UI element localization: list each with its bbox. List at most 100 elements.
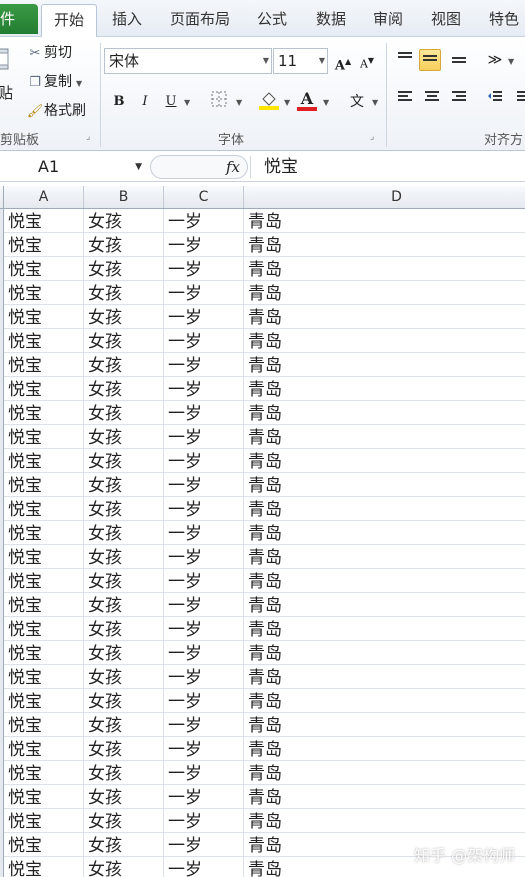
cell-age[interactable]: 一岁 <box>164 665 244 689</box>
cell-age[interactable]: 一岁 <box>164 785 244 809</box>
align-bottom-button[interactable] <box>448 49 470 71</box>
column-header-b[interactable]: B <box>84 186 164 208</box>
cell-name[interactable]: 悦宝 <box>4 305 84 329</box>
cell-city[interactable]: 青岛 <box>244 473 525 497</box>
grow-font-button[interactable]: A▲ <box>332 50 354 73</box>
cell-age[interactable]: 一岁 <box>164 497 244 521</box>
cell-age[interactable]: 一岁 <box>164 689 244 713</box>
cell-age[interactable]: 一岁 <box>164 809 244 833</box>
cell-city[interactable]: 青岛 <box>244 425 525 449</box>
cell-name[interactable]: 悦宝 <box>4 833 84 857</box>
tab-page-layout[interactable]: 页面布局 <box>162 4 238 36</box>
cell-city[interactable]: 青岛 <box>244 353 525 377</box>
cell-gender[interactable]: 女孩 <box>84 785 164 809</box>
cell-age[interactable]: 一岁 <box>164 473 244 497</box>
cell-name[interactable]: 悦宝 <box>4 689 84 713</box>
cell-city[interactable]: 青岛 <box>244 737 525 761</box>
cell-age[interactable]: 一岁 <box>164 425 244 449</box>
tab-file[interactable]: 件 <box>0 4 38 34</box>
cell-gender[interactable]: 女孩 <box>84 257 164 281</box>
copy-button[interactable]: ❐ 复制 ▼ <box>26 70 82 94</box>
cell-city[interactable]: 青岛 <box>244 305 525 329</box>
cell-name[interactable]: 悦宝 <box>4 329 84 353</box>
cell-name[interactable]: 悦宝 <box>4 449 84 473</box>
tab-formulas[interactable]: 公式 <box>250 4 294 36</box>
cell-city[interactable]: 青岛 <box>244 665 525 689</box>
cell-city[interactable]: 青岛 <box>244 689 525 713</box>
font-launcher-icon[interactable]: ⌟ <box>370 132 380 142</box>
cell-gender[interactable]: 女孩 <box>84 497 164 521</box>
cell-age[interactable]: 一岁 <box>164 449 244 473</box>
cell-city[interactable]: 青岛 <box>244 761 525 785</box>
italic-button[interactable]: I <box>134 91 156 113</box>
underline-dropdown-icon[interactable]: ▼ <box>184 98 190 107</box>
cell-name[interactable]: 悦宝 <box>4 641 84 665</box>
cell-city[interactable]: 青岛 <box>244 233 525 257</box>
cell-gender[interactable]: 女孩 <box>84 665 164 689</box>
font-color-dropdown-icon[interactable]: ▼ <box>323 98 329 107</box>
cell-name[interactable]: 悦宝 <box>4 401 84 425</box>
cell-name[interactable]: 悦宝 <box>4 593 84 617</box>
cell-name[interactable]: 悦宝 <box>4 809 84 833</box>
border-dropdown-icon[interactable]: ▼ <box>236 98 242 107</box>
align-center-button[interactable] <box>421 89 443 111</box>
cell-gender[interactable]: 女孩 <box>84 281 164 305</box>
cell-gender[interactable]: 女孩 <box>84 569 164 593</box>
cell-gender[interactable]: 女孩 <box>84 761 164 785</box>
cell-age[interactable]: 一岁 <box>164 593 244 617</box>
cell-age[interactable]: 一岁 <box>164 713 244 737</box>
tab-view[interactable]: 视图 <box>424 4 468 36</box>
copy-dropdown-icon[interactable]: ▼ <box>76 79 82 88</box>
cell-gender[interactable]: 女孩 <box>84 545 164 569</box>
cell-gender[interactable]: 女孩 <box>84 401 164 425</box>
cell-gender[interactable]: 女孩 <box>84 233 164 257</box>
cell-city[interactable]: 青岛 <box>244 377 525 401</box>
chevron-down-icon[interactable]: ▼ <box>319 49 325 73</box>
orientation-dropdown-icon[interactable]: ▼ <box>508 57 514 66</box>
cell-age[interactable]: 一岁 <box>164 617 244 641</box>
cell-gender[interactable]: 女孩 <box>84 809 164 833</box>
cell-gender[interactable]: 女孩 <box>84 473 164 497</box>
cell-city[interactable]: 青岛 <box>244 569 525 593</box>
cell-city[interactable]: 青岛 <box>244 785 525 809</box>
cell-age[interactable]: 一岁 <box>164 257 244 281</box>
cell-gender[interactable]: 女孩 <box>84 689 164 713</box>
name-box[interactable]: A1 ▼ <box>0 155 148 179</box>
column-header-d[interactable]: D <box>244 186 525 208</box>
cell-age[interactable]: 一岁 <box>164 857 244 877</box>
fill-color-button[interactable] <box>258 89 280 111</box>
tab-home[interactable]: 开始 <box>41 4 97 38</box>
bold-button[interactable]: B <box>108 91 130 113</box>
cell-name[interactable]: 悦宝 <box>4 281 84 305</box>
cell-age[interactable]: 一岁 <box>164 545 244 569</box>
cell-name[interactable]: 悦宝 <box>4 497 84 521</box>
chevron-down-icon[interactable]: ▼ <box>263 49 269 73</box>
cell-name[interactable]: 悦宝 <box>4 521 84 545</box>
cell-name[interactable]: 悦宝 <box>4 473 84 497</box>
cell-age[interactable]: 一岁 <box>164 401 244 425</box>
font-name-combo[interactable]: 宋体 ▼ <box>104 48 272 74</box>
orientation-button[interactable]: ≫ <box>484 49 506 71</box>
cell-name[interactable]: 悦宝 <box>4 617 84 641</box>
cell-city[interactable]: 青岛 <box>244 329 525 353</box>
fill-color-dropdown-icon[interactable]: ▼ <box>284 98 290 107</box>
cell-city[interactable]: 青岛 <box>244 809 525 833</box>
cell-name[interactable]: 悦宝 <box>4 209 84 233</box>
formula-input[interactable]: 悦宝 <box>264 155 298 179</box>
cell-name[interactable]: 悦宝 <box>4 425 84 449</box>
cell-city[interactable]: 青岛 <box>244 449 525 473</box>
cell-age[interactable]: 一岁 <box>164 233 244 257</box>
border-button[interactable] <box>208 91 230 113</box>
cell-gender[interactable]: 女孩 <box>84 305 164 329</box>
clipboard-launcher-icon[interactable]: ⌟ <box>86 132 96 142</box>
tab-review[interactable]: 审阅 <box>366 4 410 36</box>
cell-gender[interactable]: 女孩 <box>84 737 164 761</box>
cell-name[interactable]: 悦宝 <box>4 713 84 737</box>
chevron-down-icon[interactable]: ▼ <box>135 155 142 179</box>
cell-city[interactable]: 青岛 <box>244 545 525 569</box>
paste-button[interactable]: 贴 <box>0 81 13 105</box>
cell-age[interactable]: 一岁 <box>164 281 244 305</box>
insert-function-button[interactable]: fx <box>226 155 240 179</box>
cell-age[interactable]: 一岁 <box>164 737 244 761</box>
cell-age[interactable]: 一岁 <box>164 305 244 329</box>
